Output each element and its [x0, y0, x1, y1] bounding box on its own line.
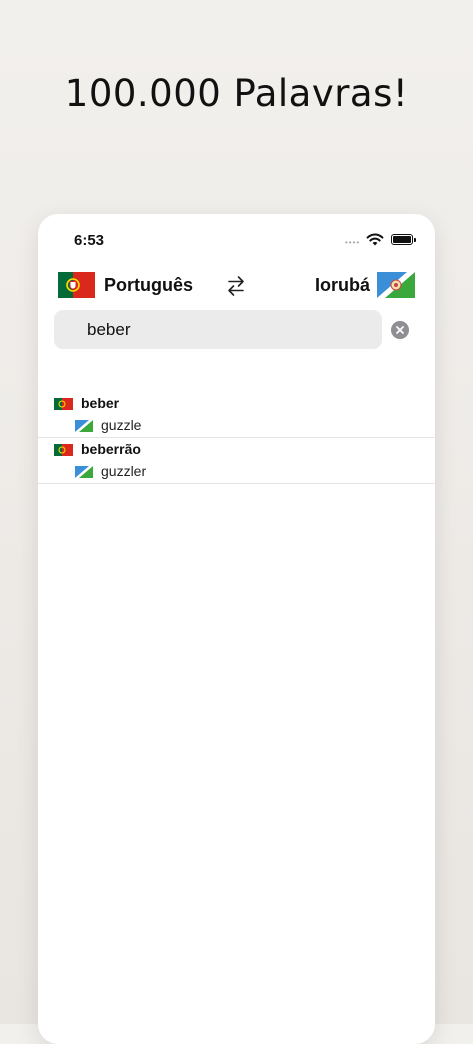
search-input[interactable]: beber	[54, 310, 382, 349]
source-language-button[interactable]: Português	[104, 275, 193, 296]
results-list: beber guzzle beberrão guzzler	[38, 392, 435, 484]
portugal-flag-icon[interactable]	[58, 272, 95, 298]
search-query[interactable]: beber	[87, 320, 130, 340]
signal-dots-icon: ••••	[345, 238, 361, 247]
yoruba-flag-icon	[75, 420, 93, 432]
translation-word: guzzler	[101, 463, 147, 479]
status-time: 6:53	[74, 232, 105, 249]
list-item[interactable]: beberrão guzzler	[38, 438, 435, 484]
promo-headline: 100.000 Palavras!	[64, 72, 409, 115]
clear-circle-icon[interactable]	[391, 321, 409, 339]
yoruba-flag-icon[interactable]	[377, 272, 415, 298]
phone-screen: 6:53 •••• Português Iorubá beber beber g…	[38, 214, 435, 1044]
translation-word: guzzle	[101, 417, 142, 433]
portugal-flag-icon	[54, 398, 73, 410]
list-item[interactable]: beber guzzle	[38, 392, 435, 438]
wifi-icon	[366, 233, 384, 246]
target-language-button[interactable]: Iorubá	[315, 275, 370, 296]
portugal-flag-icon	[54, 444, 73, 456]
battery-icon	[391, 234, 416, 245]
source-word: beber	[81, 395, 120, 411]
language-bar: Português Iorubá	[38, 270, 435, 302]
source-word: beberrão	[81, 441, 141, 457]
status-bar: 6:53 ••••	[38, 214, 435, 264]
swap-arrows-icon[interactable]	[225, 274, 247, 298]
yoruba-flag-icon	[75, 466, 93, 478]
